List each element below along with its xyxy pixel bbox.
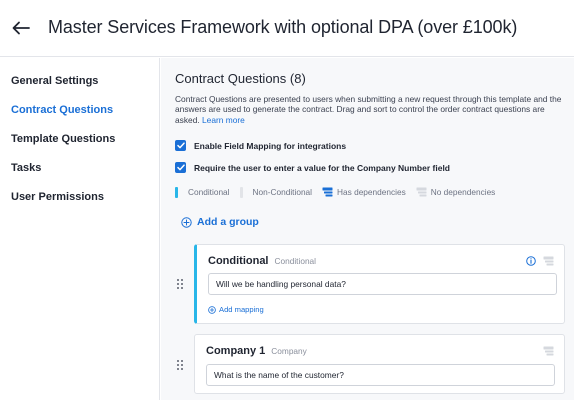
main-content: Contract Questions (8) Contract Question…: [161, 58, 574, 400]
question-card-header: Conditional Conditional: [208, 255, 316, 267]
add-group-button[interactable]: Add a group: [181, 216, 259, 228]
field-mapping-label: Enable Field Mapping for integrations: [194, 140, 347, 151]
legend-conditional-label: Conditional: [188, 187, 230, 197]
question-type: Company: [271, 346, 307, 356]
company-number-option: Require the user to enter a value for th…: [175, 162, 450, 173]
plus-circle-icon: [181, 216, 192, 228]
stack-icon: [322, 187, 333, 197]
add-mapping-button[interactable]: Add mapping: [208, 305, 264, 314]
conditional-marker: [175, 186, 178, 198]
non-conditional-marker: [239, 186, 243, 198]
field-mapping-option: Enable Field Mapping for integrations: [175, 140, 346, 151]
legend-has-dependencies: Has dependencies: [322, 187, 406, 197]
add-mapping-label: Add mapping: [219, 305, 264, 314]
sidebar-item-user-permissions[interactable]: User Permissions: [11, 191, 104, 203]
info-icon[interactable]: [526, 256, 536, 266]
stack-icon: [543, 346, 554, 356]
back-button[interactable]: [9, 16, 33, 40]
question-card-icons: [543, 346, 554, 356]
question-type: Conditional: [274, 256, 317, 266]
legend-conditional: Conditional: [175, 186, 230, 198]
stack-icon: [416, 187, 427, 197]
question-card-header: Company 1 Company: [206, 345, 307, 357]
sidebar-item-template-questions[interactable]: Template Questions: [11, 133, 115, 145]
add-group-label: Add a group: [197, 216, 259, 228]
drag-handle-icon[interactable]: [175, 358, 185, 372]
question-card[interactable]: Conditional Conditional Will we be handl…: [194, 244, 565, 324]
legend-has-dependencies-label: Has dependencies: [337, 187, 406, 197]
question-card[interactable]: Company 1 Company What is the name of th…: [194, 334, 565, 394]
legend-no-dependencies: No dependencies: [416, 187, 496, 197]
legend-non-conditional: Non-Conditional: [239, 186, 313, 198]
sidebar-item-contract-questions[interactable]: Contract Questions: [11, 104, 113, 116]
field-mapping-checkbox[interactable]: [175, 140, 186, 151]
page-title: Master Services Framework with optional …: [48, 17, 518, 37]
question-input[interactable]: What is the name of the customer?: [206, 364, 555, 386]
legend-no-dependencies-label: No dependencies: [430, 187, 496, 197]
checkmark-icon: [176, 164, 185, 171]
learn-more-link[interactable]: Learn more: [202, 115, 245, 125]
plus-circle-icon: [208, 305, 216, 314]
question-name: Conditional: [208, 255, 269, 267]
section-title: Contract Questions (8): [175, 71, 306, 86]
drag-handle-icon[interactable]: [175, 277, 185, 291]
checkmark-icon: [176, 142, 185, 149]
question-input[interactable]: Will we be handling personal data?: [208, 273, 557, 295]
legend-non-conditional-label: Non-Conditional: [252, 187, 313, 197]
sidebar: General Settings Contract Questions Temp…: [0, 58, 160, 400]
question-legend: Conditional Non-Conditional Has dependen…: [175, 186, 505, 198]
arrow-left-icon: [12, 21, 30, 35]
question-name: Company 1: [206, 345, 266, 357]
sidebar-item-tasks[interactable]: Tasks: [11, 162, 41, 174]
question-card-icons: [526, 256, 554, 266]
section-description: Contract Questions are presented to user…: [175, 94, 570, 125]
sidebar-item-general-settings[interactable]: General Settings: [11, 75, 98, 87]
page-header: Master Services Framework with optional …: [0, 0, 574, 57]
stack-icon: [543, 256, 554, 266]
company-number-label: Require the user to enter a value for th…: [194, 162, 450, 173]
company-number-checkbox[interactable]: [175, 162, 186, 173]
